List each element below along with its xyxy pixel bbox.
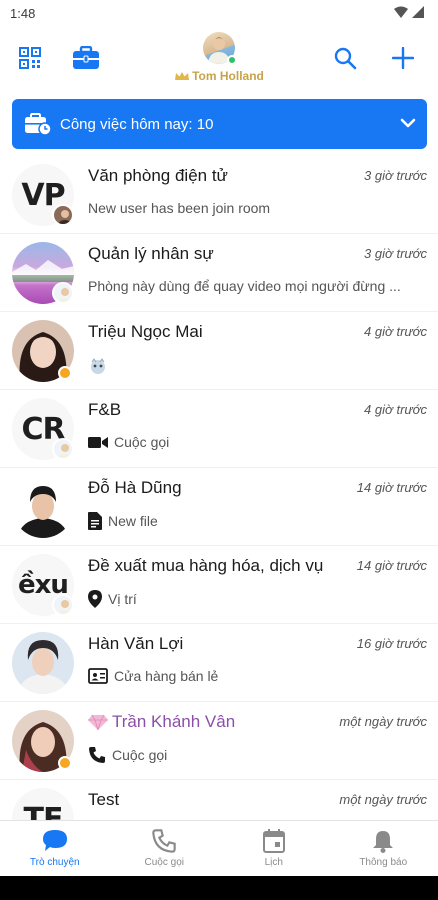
conversation-name: Trần Khánh Vân	[112, 712, 236, 731]
conversation-time: 3 giờ trước	[360, 246, 427, 261]
conversation-preview	[88, 356, 114, 376]
sticker-icon	[91, 358, 105, 374]
conversation-name: Quản lý nhân sự	[88, 244, 214, 263]
conversation-list: VP Văn phòng điện tử 3 giờ trước New use…	[0, 156, 438, 820]
calendar-icon	[262, 829, 285, 853]
conversation-item[interactable]: Hàn Văn Lợi 16 giờ trước Cửa hàng bán lẻ	[0, 624, 438, 702]
phone-icon	[152, 829, 176, 853]
conversation-time: một ngày trước	[335, 714, 427, 729]
member-avatar	[52, 438, 74, 460]
status-time: 1:48	[10, 6, 36, 21]
conversation-item[interactable]: Triệu Ngọc Mai 4 giờ trước	[0, 312, 438, 390]
tab-chat-label: Trò chuyện	[29, 857, 80, 868]
conversation-preview: Cuộc gọi	[88, 434, 169, 450]
contact-card-icon	[88, 668, 108, 684]
tab-chat[interactable]: Trò chuyện	[0, 821, 110, 876]
conversation-avatar: TE	[12, 788, 74, 820]
profile[interactable]: Tom Holland	[169, 32, 269, 88]
tab-notifications-label: Thông báo	[359, 857, 408, 868]
video-camera-icon	[88, 437, 108, 448]
add-button[interactable]	[387, 42, 419, 74]
phone-icon	[89, 747, 105, 763]
status-bar: 1:48	[0, 0, 438, 28]
conversation-name: F&B	[88, 400, 122, 419]
location-pin-icon	[88, 590, 102, 608]
tab-calls-label: Cuộc gọi	[144, 857, 184, 868]
conversation-item[interactable]: Đỗ Hà Dũng 14 giờ trước New file	[0, 468, 438, 546]
conversation-name: Hàn Văn Lợi	[88, 634, 184, 653]
conversation-avatar	[12, 476, 74, 538]
wifi-icon	[394, 6, 408, 18]
member-avatar	[52, 282, 74, 304]
tab-calendar[interactable]: Lịch	[219, 821, 329, 876]
conversation-time: 3 giờ trước	[360, 168, 427, 183]
work-button[interactable]	[70, 42, 102, 74]
conversation-time: 14 giờ trước	[352, 558, 427, 573]
tab-calendar-label: Lịch	[264, 857, 283, 868]
chat-bubble-icon	[42, 830, 67, 851]
avatar-initials: TE	[23, 801, 64, 821]
conversation-preview: New file	[88, 512, 158, 530]
file-icon	[88, 512, 102, 530]
qr-code-button[interactable]	[14, 42, 46, 74]
bottom-navigation: Trò chuyện Cuộc gọi Lịch Thông báo	[0, 820, 438, 876]
conversation-time: 4 giờ trước	[360, 402, 427, 417]
search-button[interactable]	[329, 42, 361, 74]
tab-notifications[interactable]: Thông báo	[329, 821, 438, 876]
chevron-down-icon	[400, 118, 416, 128]
conversation-preview: Vị trí	[88, 590, 137, 608]
conversation-time: 4 giờ trước	[360, 324, 427, 339]
briefcase-clock-icon	[25, 113, 52, 136]
away-status-dot	[58, 756, 72, 770]
crown-icon	[175, 72, 190, 80]
conversation-time: 16 giờ trước	[352, 636, 427, 651]
member-avatar	[52, 594, 74, 616]
online-status-dot	[227, 55, 237, 65]
qr-code-icon	[19, 47, 41, 69]
conversation-item[interactable]: VP Văn phòng điện tử 3 giờ trước New use…	[0, 156, 438, 234]
conversation-item[interactable]: ềxu Đề xuất mua hàng hóa, dịch vụ 14 giờ…	[0, 546, 438, 624]
conversation-name: Test	[88, 790, 120, 809]
conversation-name: Văn phòng điện tử	[88, 166, 228, 185]
vip-diamond-icon	[88, 714, 108, 730]
system-navigation-bar	[0, 876, 438, 900]
conversation-preview: Phòng này dùng để quay video mọi người đ…	[88, 278, 401, 294]
today-tasks-banner[interactable]: Công việc hôm nay: 10	[12, 99, 427, 149]
conversation-preview: New user has been join room	[88, 200, 271, 216]
profile-name: Tom Holland	[169, 69, 269, 83]
search-icon	[334, 47, 357, 70]
app-header: Tom Holland	[0, 28, 438, 92]
plus-icon	[392, 47, 414, 69]
conversation-time: 14 giờ trước	[352, 480, 427, 495]
conversation-preview: Cuộc gọi	[88, 746, 167, 764]
conversation-time: một ngày trước	[335, 792, 427, 807]
member-avatar	[52, 204, 74, 226]
today-tasks-label: Công việc hôm nay: 10	[60, 115, 214, 133]
signal-icon	[412, 6, 424, 18]
conversation-name: Đỗ Hà Dũng	[88, 478, 182, 497]
conversation-name: Triệu Ngọc Mai	[88, 322, 203, 341]
away-status-dot	[58, 366, 72, 380]
conversation-item[interactable]: Trần Khánh Vân một ngày trước Cuộc gọi	[0, 702, 438, 780]
status-icons	[394, 6, 424, 18]
conversation-item[interactable]: Quản lý nhân sự 3 giờ trước Phòng này dù…	[0, 234, 438, 312]
conversation-avatar	[12, 632, 74, 694]
tab-calls[interactable]: Cuộc gọi	[110, 821, 220, 876]
conversation-preview: Cửa hàng bán lẻ	[88, 668, 218, 684]
bell-icon	[373, 831, 394, 853]
conversation-item[interactable]: CR F&B 4 giờ trước Cuộc gọi	[0, 390, 438, 468]
conversation-name: Đề xuất mua hàng hóa, dịch vụ	[88, 556, 324, 575]
briefcase-icon	[73, 46, 99, 69]
conversation-item[interactable]: TE Test một ngày trước	[0, 780, 438, 820]
